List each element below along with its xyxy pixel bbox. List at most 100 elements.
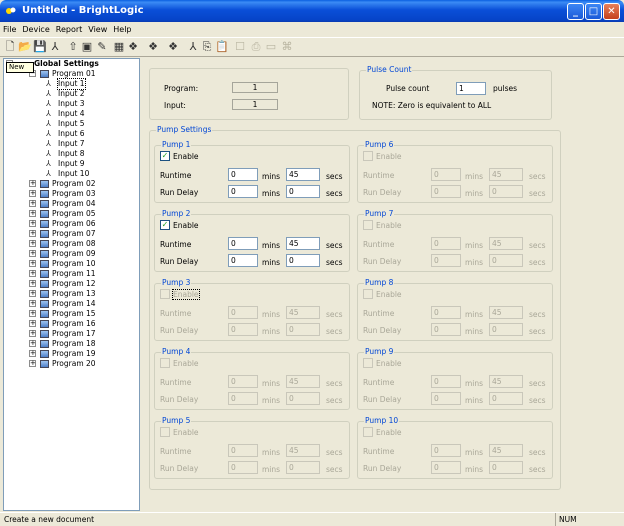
- runtime-secs-input[interactable]: 45: [489, 168, 523, 181]
- expand-icon[interactable]: +: [29, 360, 36, 367]
- run-delay-mins-input[interactable]: 0: [228, 392, 258, 405]
- runtime-secs-input[interactable]: 45: [489, 237, 523, 250]
- expand-icon[interactable]: +: [29, 280, 36, 287]
- expand-icon[interactable]: +: [29, 270, 36, 277]
- runtime-mins-input[interactable]: 0: [228, 444, 258, 457]
- expand-icon[interactable]: +: [29, 180, 36, 187]
- edit-icon[interactable]: ✎: [95, 40, 109, 54]
- menu-help[interactable]: Help: [110, 22, 134, 37]
- enable-checkbox[interactable]: ✓: [160, 220, 170, 230]
- expand-icon[interactable]: +: [29, 340, 36, 347]
- print-icon[interactable]: ⎙: [249, 40, 263, 54]
- grid-icon[interactable]: ▦: [112, 40, 126, 54]
- expand-icon[interactable]: +: [29, 230, 36, 237]
- expand-icon[interactable]: +: [29, 250, 36, 257]
- expand-icon[interactable]: +: [29, 330, 36, 337]
- expand-icon[interactable]: +: [29, 220, 36, 227]
- expand-icon[interactable]: +: [29, 300, 36, 307]
- runtime-secs-input[interactable]: 45: [286, 168, 320, 181]
- enable-checkbox[interactable]: [160, 427, 170, 437]
- runtime-mins-input[interactable]: 0: [431, 306, 461, 319]
- minimize-button[interactable]: _: [567, 3, 584, 20]
- run-delay-mins-input[interactable]: 0: [228, 323, 258, 336]
- runtime-mins-input[interactable]: 0: [228, 168, 258, 181]
- enable-checkbox[interactable]: [160, 358, 170, 368]
- preview-icon[interactable]: ▣: [80, 40, 94, 54]
- program-icon: [40, 340, 49, 348]
- paste-icon[interactable]: 📋: [215, 40, 229, 54]
- enable-checkbox[interactable]: [160, 289, 170, 299]
- new-document-icon[interactable]: 🗋: [3, 40, 17, 54]
- help-icon[interactable]: ⌘: [280, 40, 294, 54]
- runtime-mins-input[interactable]: 0: [431, 237, 461, 250]
- runtime-mins-input[interactable]: 0: [228, 306, 258, 319]
- maximize-button[interactable]: □: [585, 3, 602, 20]
- menu-device[interactable]: Device: [19, 22, 52, 37]
- run-delay-mins-input[interactable]: 0: [431, 392, 461, 405]
- menu-view[interactable]: View: [85, 22, 110, 37]
- run-delay-mins-input[interactable]: 0: [431, 461, 461, 474]
- pump-remove-icon[interactable]: ❖: [166, 40, 180, 54]
- program-icon: [40, 350, 49, 358]
- enable-checkbox[interactable]: [363, 358, 373, 368]
- expand-icon[interactable]: +: [29, 210, 36, 217]
- runtime-secs-input[interactable]: 45: [286, 306, 320, 319]
- run-delay-mins-input[interactable]: 0: [431, 254, 461, 267]
- run-delay-secs-input[interactable]: 0: [489, 185, 523, 198]
- pump-add-icon[interactable]: ❖: [146, 40, 160, 54]
- run-delay-mins-input[interactable]: 0: [228, 461, 258, 474]
- menu-report[interactable]: Report: [53, 22, 86, 37]
- run-delay-secs-input[interactable]: 0: [286, 254, 320, 267]
- run-delay-mins-input[interactable]: 0: [431, 323, 461, 336]
- runtime-mins-input[interactable]: 0: [431, 375, 461, 388]
- enable-checkbox[interactable]: [363, 220, 373, 230]
- runtime-secs-input[interactable]: 45: [489, 375, 523, 388]
- expand-icon[interactable]: +: [29, 320, 36, 327]
- run-delay-secs-input[interactable]: 0: [286, 323, 320, 336]
- runtime-secs-input[interactable]: 45: [489, 444, 523, 457]
- menu-file[interactable]: File: [0, 22, 19, 37]
- run-delay-secs-input[interactable]: 0: [489, 392, 523, 405]
- runtime-mins-input[interactable]: 0: [228, 375, 258, 388]
- page-icon[interactable]: ▭: [264, 40, 278, 54]
- close-button[interactable]: ✕: [603, 3, 620, 20]
- enable-checkbox[interactable]: [363, 289, 373, 299]
- run-delay-secs-input[interactable]: 0: [489, 461, 523, 474]
- properties-icon[interactable]: ☐: [233, 40, 247, 54]
- run-delay-secs-input[interactable]: 0: [286, 392, 320, 405]
- run-delay-secs-input[interactable]: 0: [489, 254, 523, 267]
- runtime-mins-input[interactable]: 0: [228, 237, 258, 250]
- upload-icon[interactable]: ⇧: [66, 40, 80, 54]
- program-tree[interactable]: − Global Settings − Program 01 ⅄Input 1⅄…: [3, 58, 140, 511]
- expand-icon[interactable]: +: [29, 200, 36, 207]
- expand-icon[interactable]: +: [29, 290, 36, 297]
- title-bar[interactable]: Untitled - BrightLogic _ □ ✕: [0, 0, 624, 22]
- expand-icon[interactable]: +: [29, 190, 36, 197]
- runtime-secs-input[interactable]: 45: [286, 237, 320, 250]
- runtime-secs-input[interactable]: 45: [286, 444, 320, 457]
- run-delay-secs-input[interactable]: 0: [286, 185, 320, 198]
- run-delay-mins-input[interactable]: 0: [431, 185, 461, 198]
- expand-icon[interactable]: +: [29, 350, 36, 357]
- copy-icon[interactable]: ⎘: [200, 40, 214, 54]
- input-add-icon[interactable]: ⅄: [186, 40, 200, 54]
- input-icon[interactable]: ⅄: [48, 40, 62, 54]
- expand-icon[interactable]: +: [29, 260, 36, 267]
- run-delay-mins-input[interactable]: 0: [228, 185, 258, 198]
- enable-checkbox[interactable]: ✓: [160, 151, 170, 161]
- runtime-secs-input[interactable]: 45: [286, 375, 320, 388]
- run-delay-mins-input[interactable]: 0: [228, 254, 258, 267]
- run-delay-secs-input[interactable]: 0: [489, 323, 523, 336]
- expand-icon[interactable]: +: [29, 240, 36, 247]
- expand-icon[interactable]: +: [29, 310, 36, 317]
- runtime-secs-input[interactable]: 45: [489, 306, 523, 319]
- run-delay-secs-input[interactable]: 0: [286, 461, 320, 474]
- save-icon[interactable]: 💾: [33, 40, 47, 54]
- runtime-mins-input[interactable]: 0: [431, 168, 461, 181]
- enable-checkbox[interactable]: [363, 427, 373, 437]
- open-folder-icon[interactable]: 📂: [18, 40, 32, 54]
- enable-checkbox[interactable]: [363, 151, 373, 161]
- pump-icon[interactable]: ❖: [126, 40, 140, 54]
- pulse-count-input[interactable]: 1: [456, 82, 486, 95]
- runtime-mins-input[interactable]: 0: [431, 444, 461, 457]
